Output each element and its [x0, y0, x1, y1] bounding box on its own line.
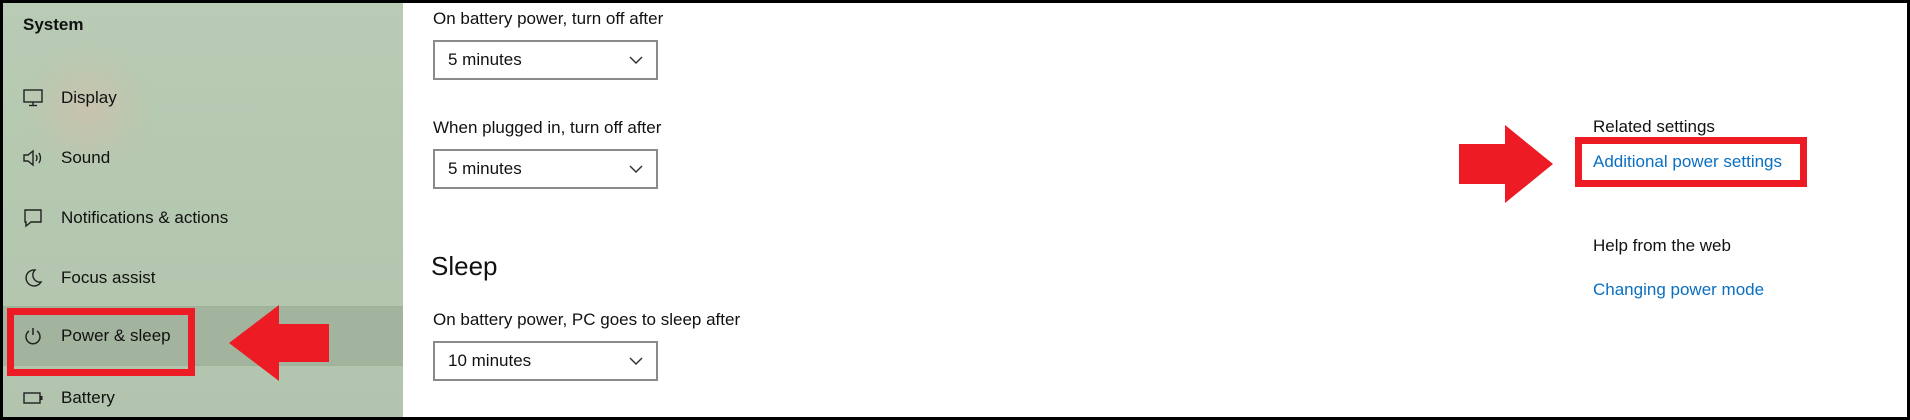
screen-plugged-dropdown[interactable]: 5 minutes [433, 149, 658, 189]
dropdown-value: 5 minutes [448, 159, 522, 178]
monitor-icon [21, 86, 45, 110]
sidebar: System Display Sound Notifications & act… [3, 3, 403, 417]
notification-icon [21, 206, 45, 230]
arrow-right-icon [1459, 125, 1553, 203]
sidebar-item-focus-assist[interactable]: Focus assist [3, 249, 403, 307]
highlight-box-additional-power [1575, 137, 1807, 187]
screen-plugged-label: When plugged in, turn off after [433, 118, 662, 137]
dropdown-value: 5 minutes [448, 50, 522, 69]
chevron-down-icon [629, 165, 643, 174]
sidebar-item-label: Display [61, 88, 117, 107]
sidebar-item-notifications[interactable]: Notifications & actions [3, 189, 403, 247]
sleep-battery-dropdown[interactable]: 10 minutes [433, 341, 658, 381]
dropdown-value: 10 minutes [448, 351, 532, 370]
screen-battery-label: On battery power, turn off after [433, 9, 664, 28]
chevron-down-icon [629, 56, 643, 65]
highlight-box-power-sleep [7, 308, 195, 376]
sleep-battery-label: On battery power, PC goes to sleep after [433, 310, 741, 329]
screen-battery-dropdown[interactable]: 5 minutes [433, 40, 658, 80]
sidebar-title: System [23, 15, 84, 34]
help-title: Help from the web [1593, 236, 1731, 255]
sidebar-item-sound[interactable]: Sound [3, 129, 403, 187]
moon-icon [21, 266, 45, 290]
sidebar-item-label: Battery [61, 388, 115, 407]
sidebar-item-label: Focus assist [61, 268, 156, 287]
sidebar-item-battery[interactable]: Battery [3, 369, 403, 417]
related-settings-title: Related settings [1593, 117, 1715, 136]
main-content: On battery power, turn off after 5 minut… [403, 3, 1907, 417]
chevron-down-icon [629, 357, 643, 366]
arrow-left-icon [229, 305, 329, 381]
sidebar-item-label: Sound [61, 148, 111, 167]
settings-window: System Display Sound Notifications & act… [0, 0, 1910, 420]
speaker-icon [21, 146, 45, 170]
changing-power-mode-link[interactable]: Changing power mode [1593, 280, 1764, 300]
sidebar-item-display[interactable]: Display [3, 69, 403, 127]
battery-icon [21, 386, 45, 410]
sidebar-item-label: Notifications & actions [61, 208, 229, 227]
sleep-section-title: Sleep [431, 251, 498, 281]
